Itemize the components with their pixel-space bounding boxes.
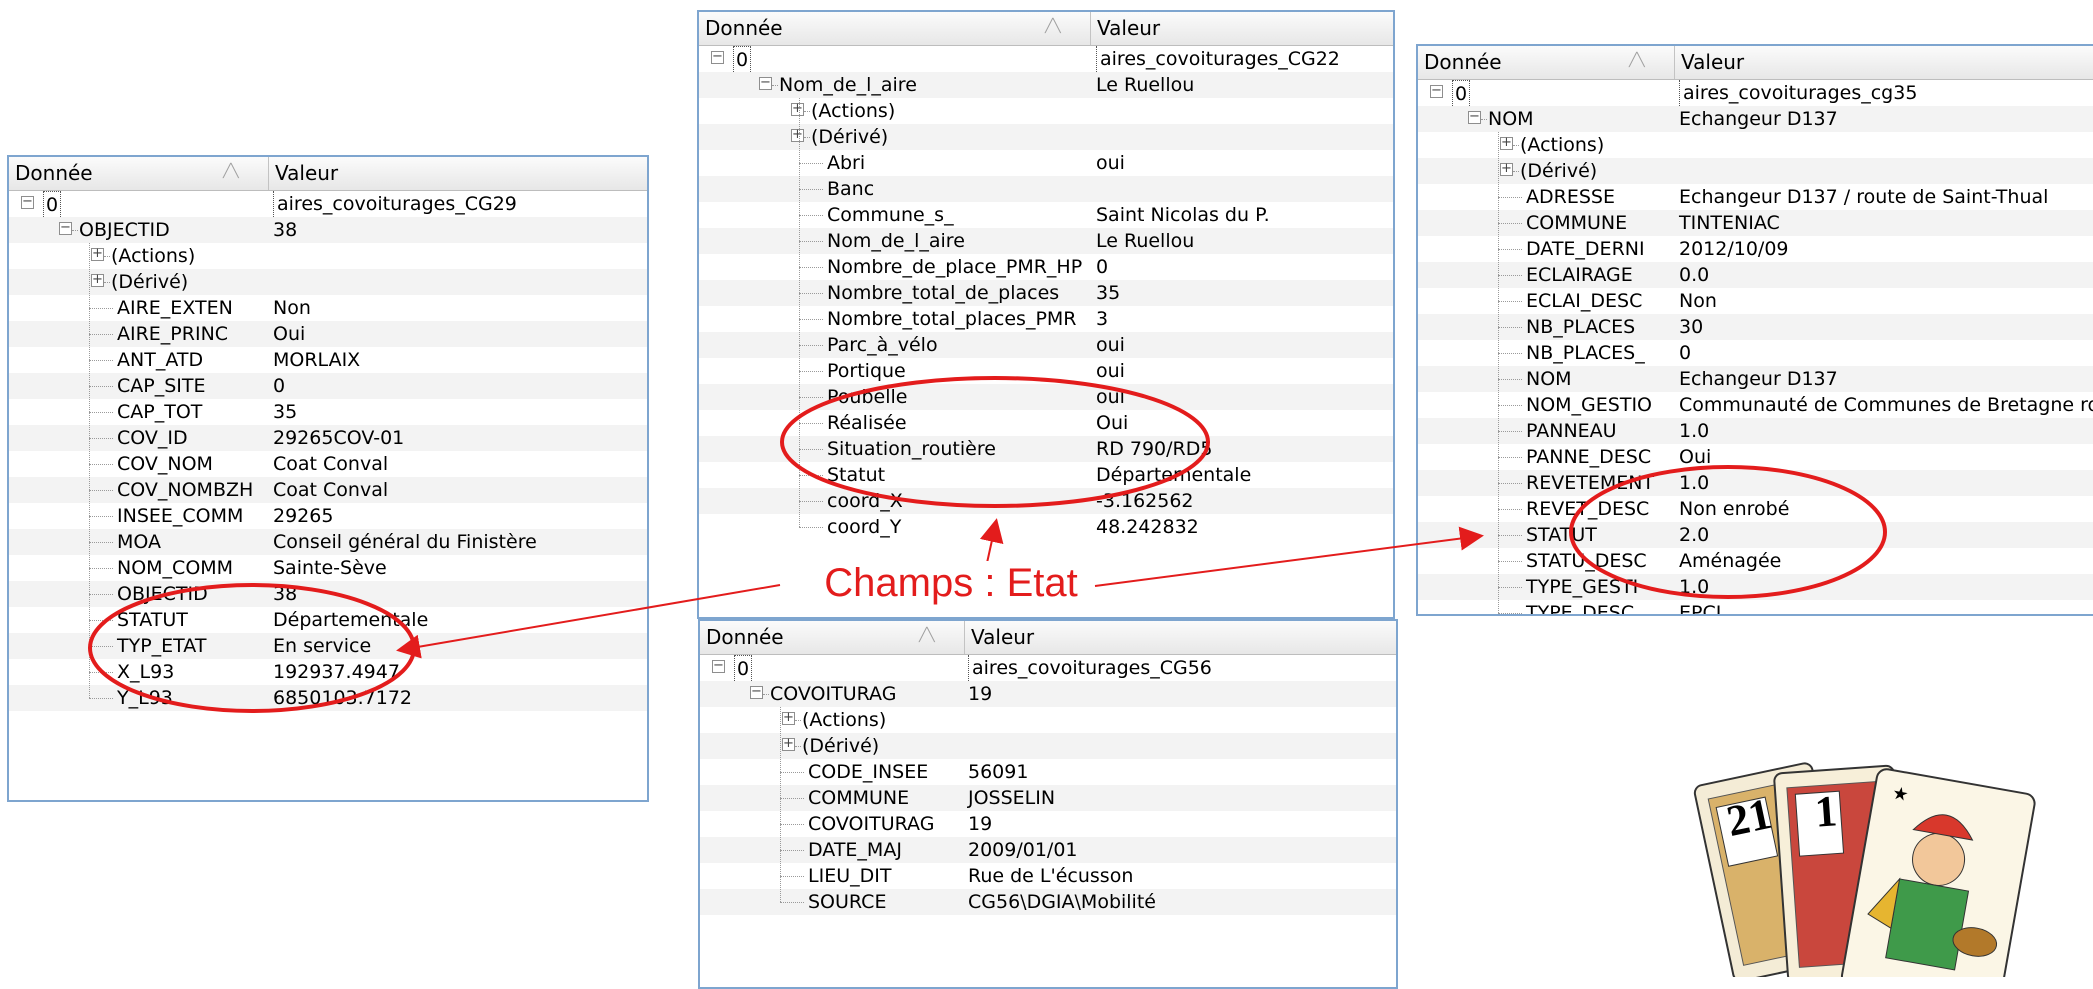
arrow-to-cg35 xyxy=(1094,526,1484,587)
arrow-to-cg29 xyxy=(396,584,781,659)
annotation-overlay: ★ xyxy=(88,376,2036,977)
highlight-ellipse-cg35 xyxy=(1569,465,1887,599)
highlight-ellipse-cg22 xyxy=(780,376,1210,508)
highlight-ellipse-cg29 xyxy=(88,583,416,713)
card-number-1: 1 xyxy=(1813,786,1839,837)
annotation-caption: Champs : Etat xyxy=(808,561,1094,606)
